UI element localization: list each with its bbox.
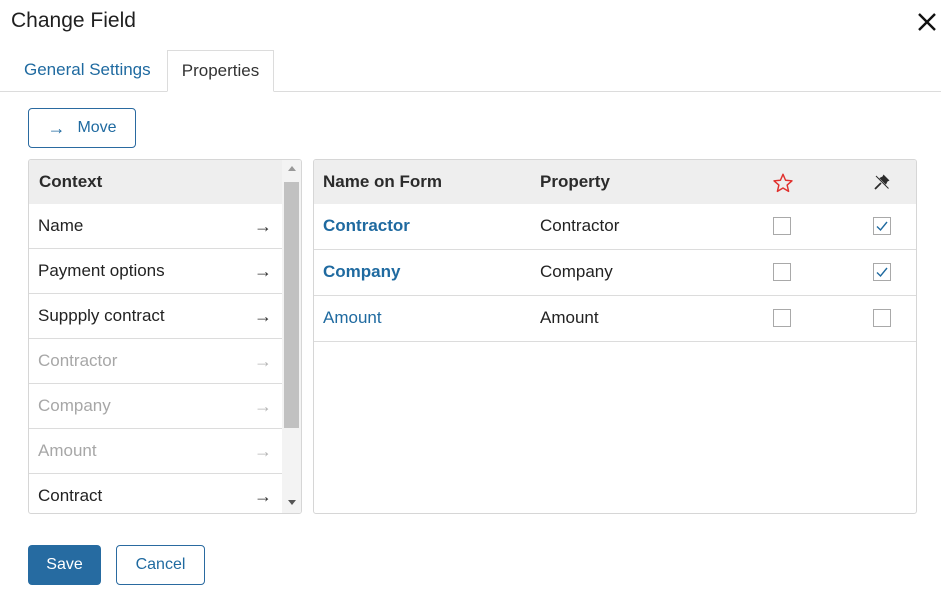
cancel-button[interactable]: Cancel [116, 545, 205, 585]
header-name-on-form: Name on Form [323, 172, 443, 191]
context-item-label: Contractor [38, 351, 118, 370]
arrow-right-icon[interactable]: → [254, 294, 272, 338]
move-button-label: Move [77, 119, 117, 136]
context-item-amount: Amount → [29, 429, 282, 474]
context-item-label: Amount [38, 441, 97, 460]
field-link-contractor[interactable]: Contractor [323, 204, 410, 248]
scroll-up-icon[interactable] [288, 166, 296, 171]
save-button[interactable]: Save [28, 545, 101, 585]
context-item-label: Payment options [38, 261, 165, 280]
arrow-right-icon: → [254, 441, 272, 461]
tab-bar: General Settings Properties [0, 50, 941, 92]
context-item-supply-contract[interactable]: Suppply contract → [29, 294, 282, 339]
close-icon[interactable] [915, 10, 939, 34]
scroll-thumb[interactable] [284, 182, 299, 428]
arrow-right-icon[interactable]: → [254, 204, 272, 248]
dialog-title: Change Field [11, 9, 136, 32]
property-value: Company [540, 262, 613, 281]
context-item-company: Company → [29, 384, 282, 429]
required-checkbox[interactable] [773, 217, 791, 235]
arrow-right-icon: → [254, 351, 272, 371]
tab-properties[interactable]: Properties [167, 50, 274, 92]
properties-header: Name on Form Property [314, 160, 916, 204]
arrow-right-icon[interactable]: → [254, 474, 272, 513]
table-row: Contractor Contractor [314, 204, 916, 250]
table-row: Company Company [314, 250, 916, 296]
context-item-label: Contract [38, 486, 103, 505]
context-item-label: Suppply contract [38, 306, 165, 325]
property-value: Amount [540, 308, 599, 327]
context-item-name[interactable]: Name → [29, 204, 282, 249]
header-property: Property [540, 172, 610, 191]
star-icon [773, 173, 793, 193]
table-row: Amount Amount [314, 296, 916, 342]
readonly-checkbox[interactable] [873, 263, 891, 281]
context-item-payment-options[interactable]: Payment options → [29, 249, 282, 294]
move-button[interactable]: → Move [28, 108, 136, 148]
required-checkbox[interactable] [773, 263, 791, 281]
arrow-right-icon[interactable]: → [254, 249, 272, 293]
checkmark-icon [876, 267, 888, 278]
context-item-label: Company [38, 396, 111, 415]
field-link-company[interactable]: Company [323, 250, 400, 294]
properties-table: Name on Form Property Contractor Contrac… [313, 159, 917, 514]
pin-icon [874, 174, 890, 190]
context-item-contractor: Contractor → [29, 339, 282, 384]
context-panel: Context Name → Payment options → Suppply… [28, 159, 302, 514]
context-item-contract[interactable]: Contract → [29, 474, 282, 513]
arrow-right-icon: → [254, 396, 272, 416]
context-scrollbar[interactable] [282, 160, 301, 513]
checkmark-icon [876, 221, 888, 232]
required-checkbox[interactable] [773, 309, 791, 327]
scroll-down-icon[interactable] [288, 500, 296, 505]
field-link-amount[interactable]: Amount [323, 296, 382, 340]
property-value: Contractor [540, 216, 620, 235]
arrow-right-icon: → [47, 117, 66, 138]
tab-general-settings[interactable]: General Settings [24, 50, 151, 90]
readonly-checkbox[interactable] [873, 309, 891, 327]
readonly-checkbox[interactable] [873, 217, 891, 235]
context-header: Context [29, 160, 283, 204]
context-item-label: Name [38, 216, 84, 235]
